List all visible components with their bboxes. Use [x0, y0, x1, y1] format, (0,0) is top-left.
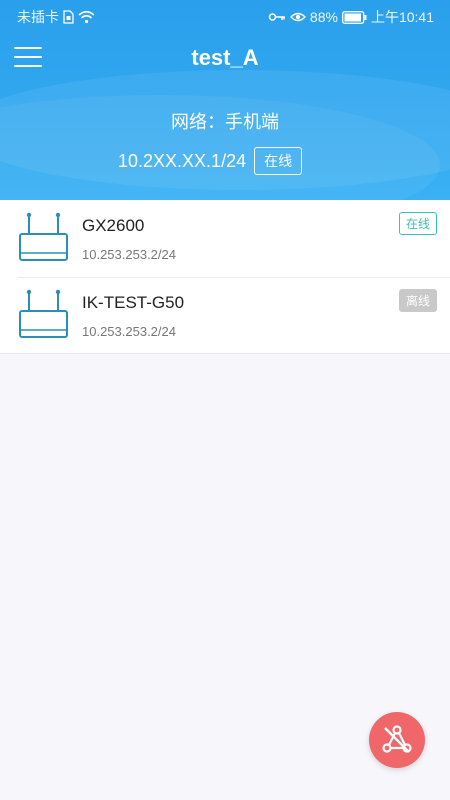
status-bar-left: 未插卡: [17, 7, 95, 27]
battery-percent: 88%: [309, 9, 338, 25]
device-list: GX2600 10.253.253.2/24 在线 IK-TEST-G50 10…: [0, 200, 450, 354]
network-label: 网络：手机端: [171, 112, 279, 132]
header: 未插卡 88% 上午10:41 test_A 网络：手机端 10.2XX.XX.…: [0, 0, 450, 200]
status-bar-right: 88% 上午10:41: [268, 7, 434, 27]
carrier-label: 未插卡: [17, 9, 59, 25]
header-ip-line: 10.2XX.XX.1/24 在线: [118, 147, 303, 175]
status-bar: 未插卡 88% 上午10:41: [0, 0, 450, 32]
clock: 上午10:41: [370, 9, 434, 25]
header-status-badge: 在线: [254, 147, 303, 175]
network-topology-button[interactable]: [369, 712, 425, 768]
status-badge: 在线: [398, 212, 437, 235]
network-topology-icon: [382, 725, 412, 753]
device-name: GX2600: [82, 216, 145, 235]
device-name: IK-TEST-G50: [82, 293, 185, 312]
battery-icon: [342, 10, 367, 24]
router-icon: [19, 289, 68, 338]
status-badge: 离线: [398, 289, 437, 312]
eye-icon: [289, 12, 306, 22]
device-ip: 10.253.253.2/24: [82, 247, 176, 262]
page-title: test_A: [191, 45, 259, 70]
router-icon: [19, 212, 68, 261]
key-icon: [268, 13, 285, 21]
device-row-ik-test-g50[interactable]: IK-TEST-G50 10.253.253.2/24 离线: [0, 277, 450, 354]
device-row-gx2600[interactable]: GX2600 10.253.253.2/24 在线: [0, 200, 450, 277]
wifi-icon: [78, 10, 95, 24]
device-ip: 10.253.253.2/24: [82, 324, 176, 339]
header-ip: 10.2XX.XX.1/24: [118, 150, 247, 171]
sim-icon: [63, 10, 74, 24]
